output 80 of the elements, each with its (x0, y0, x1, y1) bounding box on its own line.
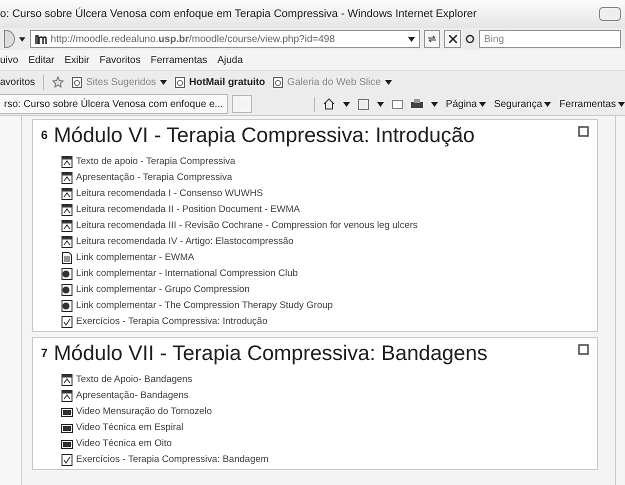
page-icon (61, 252, 73, 264)
window-title: o: Curso sobre Úlcera Venosa com enfoque em Terapia Compressiva - Windows Internet Explorer (0, 6, 477, 22)
favorites-label[interactable]: avoritos (0, 74, 44, 90)
caret-icon (384, 80, 392, 84)
resource-link[interactable]: Exercícios - Terapia Compressiva: Bandagem (61, 454, 589, 466)
globe-page-icon (61, 300, 73, 312)
printer-icon (410, 98, 423, 110)
page-icon (273, 76, 284, 88)
caret-icon (408, 36, 415, 42)
close-icon (448, 35, 457, 43)
resource-link[interactable]: Leitura recomendada IV - Artigo: Elastocompressão (61, 236, 589, 248)
caret-icon (19, 36, 26, 42)
refresh-icon (427, 35, 438, 43)
page-icon (72, 76, 82, 88)
section-number: 7 (41, 345, 48, 362)
globe-page-icon (61, 268, 73, 280)
resource-link[interactable]: Apresentação- Bandagens (61, 390, 589, 402)
resource-link[interactable]: Video Técnica em Espiral (61, 422, 589, 434)
caret-icon (342, 102, 350, 106)
document-icon (61, 236, 73, 248)
document-icon (61, 220, 73, 232)
globe-page-icon (61, 284, 73, 296)
page-icon (175, 76, 186, 88)
resource-link[interactable]: Video Técnica em Oito (61, 438, 589, 450)
command-menu[interactable]: Página (446, 96, 486, 112)
resource-link[interactable]: Link complementar - EWMA (61, 252, 589, 264)
menu-item[interactable]: Editar (28, 52, 54, 68)
browser-tab[interactable]: rso: Curso sobre Úlcera Venosa com enfoque e... (0, 94, 228, 114)
resource-link[interactable]: Leitura recomendada III - Revisão Cochrane - Compression for venous leg ulcers (61, 220, 589, 232)
caret-icon (160, 80, 168, 84)
search-field[interactable]: Bing (479, 30, 621, 48)
video-icon (61, 406, 73, 418)
home-icon (322, 98, 335, 110)
resource-link[interactable]: Texto de Apoio- Bandagens (61, 374, 589, 386)
url-text: http://moodle.redealuno.usp.br/moodle/course/view.php?id=498 (50, 32, 336, 46)
section-number: 6 (41, 127, 48, 144)
search-engine-icon (465, 34, 475, 44)
square-icon[interactable] (578, 344, 589, 355)
menu-item[interactable]: Favoritos (100, 52, 141, 68)
address-field[interactable]: http://moodle.redealuno.usp.br/moodle/course/view.php?id=498 (30, 30, 420, 48)
menu-item[interactable]: uivo (0, 52, 18, 68)
command-menu[interactable]: Segurança (494, 96, 552, 112)
resource-link[interactable]: Link complementar - International Compression Club (61, 268, 589, 280)
document-icon (61, 156, 73, 168)
caret-icon (376, 102, 384, 106)
caret-icon (478, 102, 486, 106)
site-icon (34, 34, 47, 44)
back-button[interactable] (4, 30, 16, 48)
document-icon (61, 390, 73, 402)
document-icon (61, 172, 73, 184)
command-menu[interactable]: Ferramentas (559, 96, 625, 112)
menu-item[interactable]: Exibir (64, 52, 90, 68)
star-icon (52, 76, 64, 88)
video-icon (61, 438, 73, 450)
stop-button[interactable] (444, 30, 461, 48)
resource-link[interactable]: Leitura recomendada I - Consenso WUWHS (61, 188, 589, 200)
square-icon[interactable] (578, 126, 589, 137)
document-icon (61, 204, 73, 216)
menu-item[interactable]: Ajuda (217, 52, 243, 68)
checklist-icon (61, 454, 73, 466)
checklist-icon (61, 316, 73, 328)
document-icon (61, 188, 73, 200)
favorite-link[interactable]: HotMail gratuito (175, 74, 266, 90)
caret-icon (544, 102, 552, 106)
video-icon (61, 422, 73, 434)
resource-link[interactable]: Link complementar - The Compression Therapy Study Group (61, 300, 589, 312)
caret-icon (618, 102, 625, 106)
document-icon (61, 374, 73, 386)
resource-link[interactable]: Leitura recomendada II - Position Document - EWMA (61, 204, 589, 216)
menu-item[interactable]: Ferramentas (150, 52, 208, 68)
section-heading: Módulo VII - Terapia Compressiva: Bandagens (54, 342, 489, 366)
resource-link[interactable]: Link complementar - Grupo Compression (61, 284, 589, 296)
minimize-button[interactable] (599, 7, 621, 21)
resource-link[interactable]: Video Mensuração do Tornozelo (61, 406, 589, 418)
refresh-button[interactable] (424, 30, 440, 48)
resource-link[interactable]: Apresentação - Terapia Compressiva (61, 172, 589, 184)
resource-link[interactable]: Texto de apoio - Terapia Compressiva (61, 156, 589, 168)
resource-link[interactable]: Exercícios - Terapia Compressiva: Introdução (61, 316, 589, 328)
caret-icon (430, 102, 438, 106)
section-heading: Módulo VI - Terapia Compressiva: Introdução (54, 124, 476, 148)
